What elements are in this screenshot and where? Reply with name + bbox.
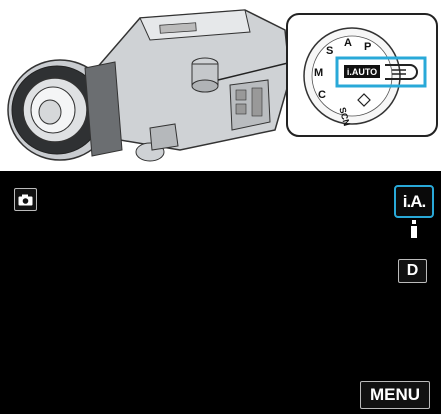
dial-label-c: C (318, 89, 326, 101)
intelligent-auto-label: i.A. (402, 191, 426, 211)
pointer-marker (411, 220, 417, 238)
mode-dial-inset: A S M C SCN P i.AUTO (286, 13, 438, 137)
lcd-screen: i.A. D MENU (0, 171, 441, 414)
d-button[interactable]: D (398, 259, 427, 283)
d-button-label: D (406, 262, 419, 279)
menu-button[interactable]: MENU (360, 381, 430, 409)
menu-button-label: MENU (369, 385, 421, 404)
dial-label-p: P (364, 41, 371, 53)
camera-illustration: A S M C SCN P i.AUTO (7, 9, 438, 162)
intelligent-auto-button[interactable]: i.A. (394, 185, 434, 218)
camera-icon (18, 194, 33, 205)
dial-label-s: S (326, 45, 333, 57)
camcorder-image (7, 9, 293, 162)
dial-label-a: A (344, 37, 352, 49)
dial-label-m: M (314, 67, 323, 79)
camera-mode-button[interactable] (14, 188, 37, 211)
dial-selected-iauto: i.AUTO (347, 67, 377, 77)
